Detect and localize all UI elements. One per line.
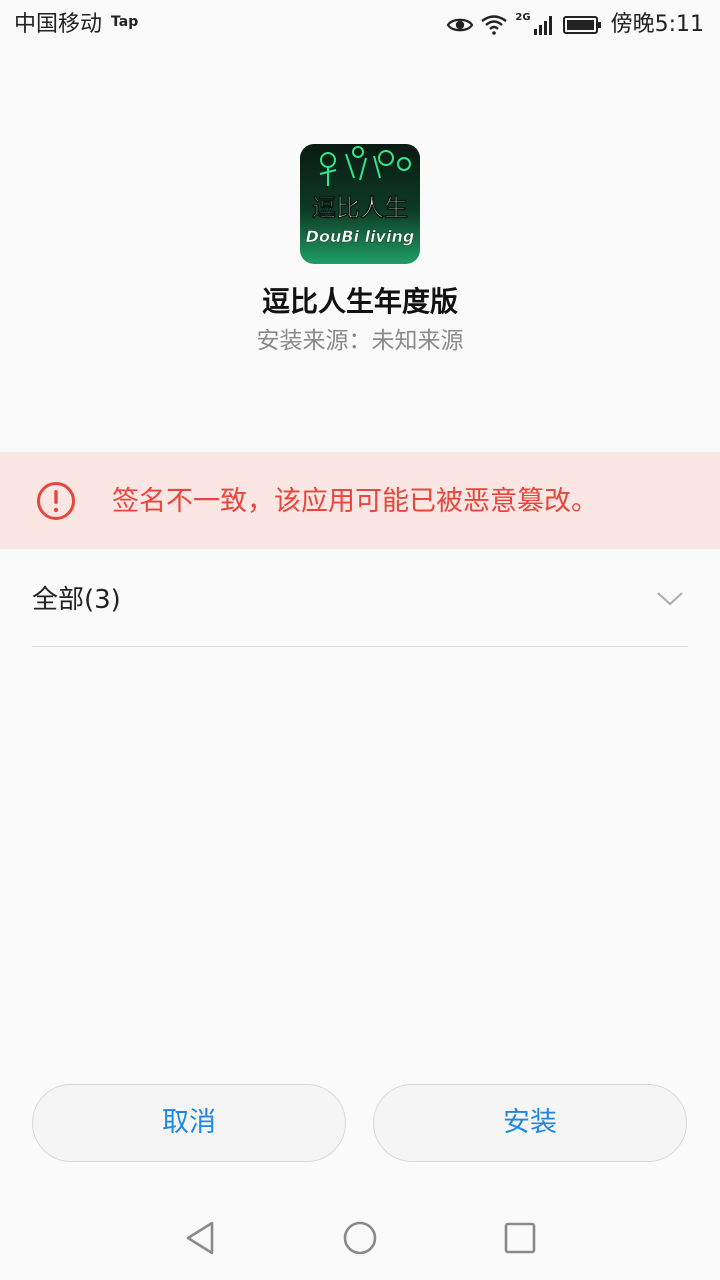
navigation-bar <box>0 1194 720 1280</box>
status-bar: 中国移动 Tap 2G 傍晚5:11 <box>0 0 720 50</box>
cancel-button[interactable]: 取消 <box>32 1084 346 1162</box>
install-source: 安装来源：未知来源 <box>256 328 464 354</box>
battery-icon <box>562 16 601 34</box>
home-icon[interactable] <box>340 1218 380 1258</box>
carrier-name: 中国移动 <box>14 12 103 37</box>
app-logo-graphic: 逗比人生 DouBi living <box>300 144 420 264</box>
chevron-down-icon <box>657 592 683 606</box>
warning-message: 签名不一致，该应用可能已被恶意篡改。 <box>112 486 598 517</box>
back-icon[interactable] <box>180 1218 220 1258</box>
eye-icon <box>447 18 474 32</box>
app-icon: 逗比人生 DouBi living <box>300 144 420 264</box>
wifi-icon <box>481 15 508 35</box>
recent-apps-icon[interactable] <box>500 1218 540 1258</box>
signal-icon <box>533 16 552 35</box>
permissions-dropdown[interactable]: 全部(3) <box>32 566 688 647</box>
network-type: 2G <box>515 11 531 23</box>
status-time: 傍晚5:11 <box>610 12 704 37</box>
app-icon-subtitle: DouBi living <box>306 227 415 246</box>
carrier-tag: Tap <box>111 14 139 30</box>
app-name: 逗比人生年度版 <box>261 285 458 318</box>
install-button[interactable]: 安装 <box>373 1084 687 1162</box>
permissions-label: 全部(3) <box>32 585 121 615</box>
status-icons: 2G 傍晚5:11 <box>447 10 704 40</box>
signature-warning-banner: 签名不一致，该应用可能已被恶意篡改。 <box>0 452 720 549</box>
app-icon-title: 逗比人生 <box>312 194 408 222</box>
alert-circle-icon <box>37 482 75 520</box>
